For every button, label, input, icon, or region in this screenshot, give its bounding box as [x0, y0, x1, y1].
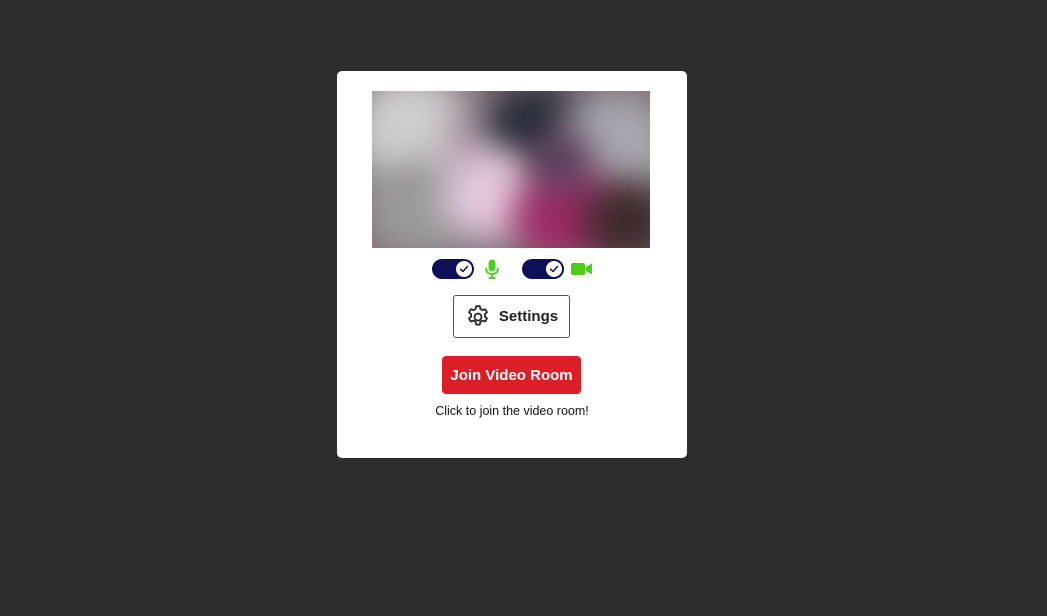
join-video-room-button[interactable]: Join Video Room	[442, 356, 581, 394]
microphone-icon[interactable]	[481, 258, 503, 280]
mic-toggle[interactable]	[432, 259, 474, 279]
camera-toggle[interactable]	[522, 259, 564, 279]
media-controls	[337, 258, 687, 280]
mic-toggle-knob	[456, 261, 472, 277]
camera-toggle-knob	[546, 261, 562, 277]
video-camera-icon[interactable]	[571, 258, 593, 280]
checkmark-icon	[459, 265, 469, 273]
checkmark-icon	[549, 265, 559, 273]
join-room-card: Settings Join Video Room Click to join t…	[337, 71, 687, 458]
settings-button[interactable]: Settings	[453, 295, 570, 338]
gear-icon	[468, 304, 488, 325]
join-hint-text: Click to join the video room!	[435, 404, 589, 418]
settings-button-label: Settings	[498, 308, 559, 325]
camera-preview	[372, 91, 650, 248]
